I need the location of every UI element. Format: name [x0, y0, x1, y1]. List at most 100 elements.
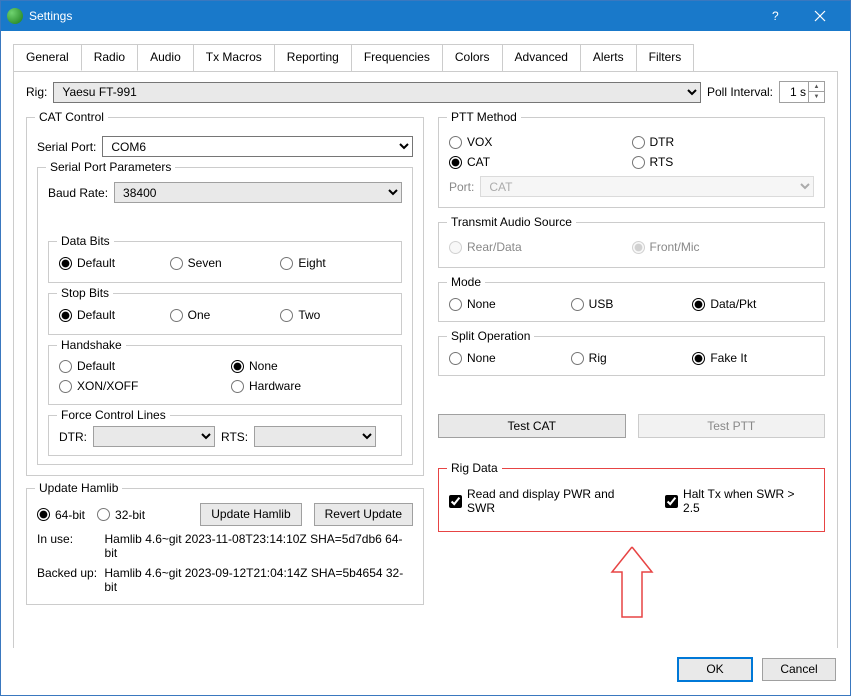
tas-front: Front/Mic: [632, 237, 815, 257]
serial-port-select[interactable]: COM6: [102, 136, 413, 157]
handshake-group: Handshake Default None XON/XOFF Hardware: [48, 345, 402, 405]
stop-bits-default[interactable]: Default: [59, 304, 170, 326]
rts-select[interactable]: [254, 426, 376, 447]
tab-reporting[interactable]: Reporting: [274, 44, 352, 71]
mode-legend: Mode: [447, 275, 485, 289]
svg-text:?: ?: [772, 10, 779, 22]
tab-radio[interactable]: Radio: [81, 44, 138, 71]
stop-bits-legend: Stop Bits: [57, 286, 113, 300]
tas-legend: Transmit Audio Source: [447, 215, 576, 229]
help-button[interactable]: ?: [752, 1, 797, 31]
poll-interval-spinner[interactable]: ▲ ▼: [779, 81, 825, 103]
split-fake-it[interactable]: Fake It: [692, 351, 814, 365]
tab-filters[interactable]: Filters: [636, 44, 695, 71]
handshake-none[interactable]: None: [231, 356, 403, 376]
handshake-default[interactable]: Default: [59, 356, 231, 376]
columns: CAT Control Serial Port: COM6 Serial Por…: [26, 111, 825, 622]
ptt-port-row: Port: CAT: [449, 176, 814, 197]
ptt-legend: PTT Method: [447, 110, 521, 124]
ptt-dtr[interactable]: DTR: [632, 132, 815, 152]
mode-data-pkt[interactable]: Data/Pkt: [692, 297, 814, 311]
titlebar: Settings ?: [1, 1, 850, 31]
test-cat-button[interactable]: Test CAT: [438, 414, 626, 438]
arch-32bit[interactable]: 32-bit: [97, 508, 145, 522]
tab-tx-macros[interactable]: Tx Macros: [193, 44, 275, 71]
tab-frequencies[interactable]: Frequencies: [351, 44, 443, 71]
app-icon: [7, 8, 23, 24]
data-bits-default[interactable]: Default: [59, 252, 170, 274]
cancel-button[interactable]: Cancel: [762, 658, 836, 681]
rig-label: Rig:: [26, 85, 47, 99]
force-control-lines-group: Force Control Lines DTR: RTS:: [48, 415, 402, 456]
update-hamlib-group: Update Hamlib 64-bit 32-bit Update Hamli…: [26, 488, 424, 605]
read-pwr-swr-checkbox[interactable]: Read and display PWR and SWR: [449, 487, 645, 515]
split-rig[interactable]: Rig: [571, 351, 693, 365]
help-icon: ?: [769, 10, 781, 22]
ptt-cat[interactable]: CAT: [449, 152, 632, 172]
baud-select[interactable]: 38400: [114, 182, 402, 203]
dialog-footer: OK Cancel: [1, 648, 850, 695]
handshake-xonxoff[interactable]: XON/XOFF: [59, 376, 231, 396]
handshake-legend: Handshake: [57, 338, 126, 352]
tab-general[interactable]: General: [13, 44, 82, 71]
tas-rear: Rear/Data: [449, 237, 632, 257]
close-button[interactable]: [797, 1, 842, 31]
spinner-down-icon[interactable]: ▼: [808, 92, 824, 102]
handshake-hardware[interactable]: Hardware: [231, 376, 403, 396]
revert-update-button[interactable]: Revert Update: [314, 503, 413, 526]
rig-select[interactable]: Yaesu FT-991: [53, 82, 701, 103]
poll-interval-value[interactable]: [780, 85, 808, 99]
tab-colors[interactable]: Colors: [442, 44, 503, 71]
serial-port-params-group: Serial Port Parameters Baud Rate: 38400 …: [37, 167, 413, 465]
spp-legend: Serial Port Parameters: [46, 160, 175, 174]
stop-bits-group: Stop Bits Default One Two: [48, 293, 402, 335]
baud-label: Baud Rate:: [48, 186, 108, 200]
mode-none[interactable]: None: [449, 297, 571, 311]
data-bits-group: Data Bits Default Seven Eight: [48, 241, 402, 283]
serial-port-label: Serial Port:: [37, 140, 96, 154]
in-use-value: Hamlib 4.6~git 2023-11-08T23:14:10Z SHA=…: [105, 532, 413, 560]
tab-advanced[interactable]: Advanced: [502, 44, 581, 71]
cat-control-group: CAT Control Serial Port: COM6 Serial Por…: [26, 117, 424, 476]
tab-audio[interactable]: Audio: [137, 44, 194, 71]
split-none[interactable]: None: [449, 351, 571, 365]
ok-button[interactable]: OK: [678, 658, 752, 681]
ptt-rts[interactable]: RTS: [632, 152, 815, 172]
rts-label: RTS:: [221, 430, 248, 444]
tab-alerts[interactable]: Alerts: [580, 44, 637, 71]
ptt-port-label: Port:: [449, 180, 474, 194]
rig-data-group: Rig Data Read and display PWR and SWR Ha…: [438, 468, 825, 532]
dtr-select[interactable]: [93, 426, 215, 447]
close-icon: [814, 10, 826, 22]
fcl-legend: Force Control Lines: [57, 408, 170, 422]
mode-group: Mode None USB Data/Pkt: [438, 282, 825, 322]
spinner-buttons[interactable]: ▲ ▼: [808, 82, 824, 102]
serial-port-row: Serial Port: COM6: [37, 136, 413, 157]
in-use-row: In use: Hamlib 4.6~git 2023-11-08T23:14:…: [37, 532, 413, 560]
split-legend: Split Operation: [447, 329, 534, 343]
ptt-port-select: CAT: [480, 176, 814, 197]
stop-bits-one[interactable]: One: [170, 304, 281, 326]
spinner-up-icon[interactable]: ▲: [808, 82, 824, 92]
poll-interval-label: Poll Interval:: [707, 85, 773, 99]
data-bits-eight[interactable]: Eight: [280, 252, 391, 274]
backed-up-label: Backed up:: [37, 566, 104, 594]
backed-up-row: Backed up: Hamlib 4.6~git 2023-09-12T21:…: [37, 566, 413, 594]
data-bits-seven[interactable]: Seven: [170, 252, 281, 274]
window-title: Settings: [29, 9, 752, 23]
stop-bits-two[interactable]: Two: [280, 304, 391, 326]
ptt-vox[interactable]: VOX: [449, 132, 632, 152]
settings-window: Settings ? General Radio Audio Tx Macros…: [0, 0, 851, 696]
arch-64bit[interactable]: 64-bit: [37, 508, 85, 522]
hamlib-legend: Update Hamlib: [35, 481, 122, 495]
ptt-method-group: PTT Method VOX DTR CAT RTS Port: CAT: [438, 117, 825, 208]
mode-usb[interactable]: USB: [571, 297, 693, 311]
cat-control-legend: CAT Control: [35, 110, 108, 124]
halt-tx-swr-checkbox[interactable]: Halt Tx when SWR > 2.5: [665, 487, 814, 515]
update-hamlib-button[interactable]: Update Hamlib: [200, 503, 301, 526]
transmit-audio-source-group: Transmit Audio Source Rear/Data Front/Mi…: [438, 222, 825, 268]
content-area: General Radio Audio Tx Macros Reporting …: [1, 31, 850, 648]
backed-up-value: Hamlib 4.6~git 2023-09-12T21:04:14Z SHA=…: [104, 566, 413, 594]
left-column: CAT Control Serial Port: COM6 Serial Por…: [26, 111, 424, 622]
annotation-arrow-icon: [602, 542, 662, 622]
